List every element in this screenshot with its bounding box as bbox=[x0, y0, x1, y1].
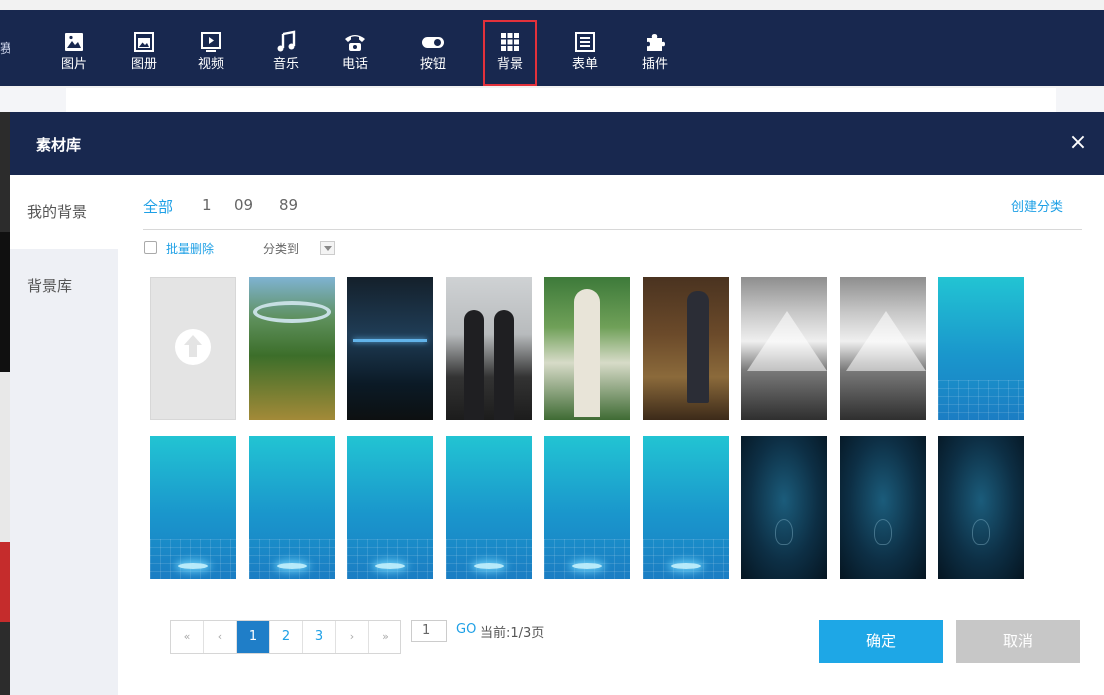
background-thumbnail[interactable] bbox=[446, 436, 532, 579]
background-thumbnail[interactable] bbox=[741, 436, 827, 579]
toolbar-label: 图册 bbox=[130, 57, 157, 72]
page-button-2[interactable]: 2 bbox=[270, 621, 303, 653]
toolbar-edge-label: 赛 bbox=[0, 42, 10, 57]
page-button-1[interactable]: 1 bbox=[237, 621, 270, 653]
editor-canvas-edge bbox=[0, 112, 10, 695]
phone-icon bbox=[343, 30, 367, 54]
toolbar-button-0[interactable]: 图片 bbox=[47, 20, 101, 86]
move-to-dropdown[interactable] bbox=[320, 241, 335, 255]
go-button[interactable]: GO bbox=[456, 622, 476, 637]
music-icon bbox=[274, 30, 298, 54]
select-all-checkbox[interactable] bbox=[144, 241, 157, 254]
divider bbox=[143, 229, 1082, 230]
toolbar-label: 按钮 bbox=[419, 57, 446, 72]
bulk-delete-link[interactable]: 批量删除 bbox=[166, 240, 214, 257]
filter-89[interactable]: 89 bbox=[279, 196, 298, 214]
upload-tile[interactable] bbox=[150, 277, 236, 420]
move-to-label: 分类到 bbox=[263, 242, 300, 256]
background-thumbnail[interactable] bbox=[544, 277, 630, 420]
background-thumbnail[interactable] bbox=[347, 277, 433, 420]
next-page-button[interactable]: › bbox=[336, 621, 369, 653]
background-thumbnail[interactable] bbox=[643, 277, 729, 420]
puzzle-plugin-icon bbox=[643, 30, 667, 54]
toolbar-button-6[interactable]: 背景 bbox=[483, 20, 537, 86]
video-icon bbox=[199, 30, 223, 54]
grid-background-icon bbox=[498, 30, 522, 54]
material-library-modal: 素材库 × 我的背景 背景库 全部 1 09 89 创建分类 批量删除 分类到 … bbox=[10, 112, 1104, 695]
upload-arrow-icon bbox=[175, 329, 211, 365]
background-thumbnail[interactable] bbox=[249, 436, 335, 579]
pagination: « ‹ 1 2 3 › » bbox=[170, 620, 401, 654]
cancel-button[interactable]: 取消 bbox=[956, 620, 1080, 663]
background-thumbnail[interactable] bbox=[840, 436, 926, 579]
toolbar-button-7[interactable]: 表单 bbox=[558, 20, 612, 86]
toggle-button-icon bbox=[421, 30, 445, 54]
library-sidebar: 我的背景 背景库 bbox=[10, 175, 118, 695]
background-thumbnail[interactable] bbox=[544, 436, 630, 579]
modal-header: 素材库 × bbox=[10, 112, 1104, 175]
first-page-button[interactable]: « bbox=[171, 621, 204, 653]
background-thumbnail[interactable] bbox=[249, 277, 335, 420]
confirm-button[interactable]: 确定 bbox=[819, 620, 943, 663]
goto-page-input[interactable]: 1 bbox=[411, 620, 447, 642]
toolbar-label: 音乐 bbox=[272, 57, 299, 72]
close-icon[interactable]: × bbox=[1064, 129, 1092, 157]
background-thumbnail[interactable] bbox=[446, 277, 532, 420]
prev-page-button[interactable]: ‹ bbox=[204, 621, 237, 653]
toolbar-button-8[interactable]: 插件 bbox=[628, 20, 682, 86]
toolbar-button-4[interactable]: 电话 bbox=[328, 20, 382, 86]
background-grid bbox=[150, 277, 1070, 579]
background-thumbnail[interactable] bbox=[643, 436, 729, 579]
toolbar-button-5[interactable]: 按钮 bbox=[406, 20, 460, 86]
toolbar-label: 电话 bbox=[341, 57, 368, 72]
top-toolbar: 赛 图片 图册 视频 音乐 电话 按钮 背景 表单 插件 bbox=[0, 0, 1104, 88]
page-info: 当前:1/3页 bbox=[480, 626, 545, 641]
background-thumbnail[interactable] bbox=[840, 277, 926, 420]
page-button-3[interactable]: 3 bbox=[303, 621, 336, 653]
modal-title: 素材库 bbox=[36, 136, 82, 154]
background-thumbnail[interactable] bbox=[938, 436, 1024, 579]
editor-ruler-strip bbox=[0, 88, 1104, 112]
last-page-button[interactable]: » bbox=[369, 621, 402, 653]
toolbar-button-1[interactable]: 图册 bbox=[117, 20, 171, 86]
toolbar-label: 背景 bbox=[496, 57, 523, 72]
toolbar-label: 图片 bbox=[60, 57, 87, 72]
create-category-link[interactable]: 创建分类 bbox=[1011, 196, 1063, 215]
background-thumbnail[interactable] bbox=[347, 436, 433, 579]
album-icon bbox=[132, 30, 156, 54]
sidebar-item-my-backgrounds[interactable]: 我的背景 bbox=[10, 175, 118, 249]
background-thumbnail[interactable] bbox=[150, 436, 236, 579]
toolbar-label: 视频 bbox=[197, 57, 224, 72]
toolbar-label: 插件 bbox=[641, 57, 668, 72]
image-icon bbox=[62, 30, 86, 54]
sidebar-item-background-library[interactable]: 背景库 bbox=[10, 249, 118, 323]
form-icon bbox=[573, 30, 597, 54]
filter-all[interactable]: 全部 bbox=[143, 196, 173, 217]
toolbar-button-3[interactable]: 音乐 bbox=[259, 20, 313, 86]
filter-1[interactable]: 1 bbox=[202, 196, 212, 214]
toolbar-button-2[interactable]: 视频 bbox=[184, 20, 238, 86]
toolbar-label: 表单 bbox=[571, 57, 598, 72]
filter-09[interactable]: 09 bbox=[234, 196, 253, 214]
background-thumbnail[interactable] bbox=[741, 277, 827, 420]
background-thumbnail[interactable] bbox=[938, 277, 1024, 420]
toolbar-bar: 赛 图片 图册 视频 音乐 电话 按钮 背景 表单 插件 bbox=[0, 10, 1104, 86]
